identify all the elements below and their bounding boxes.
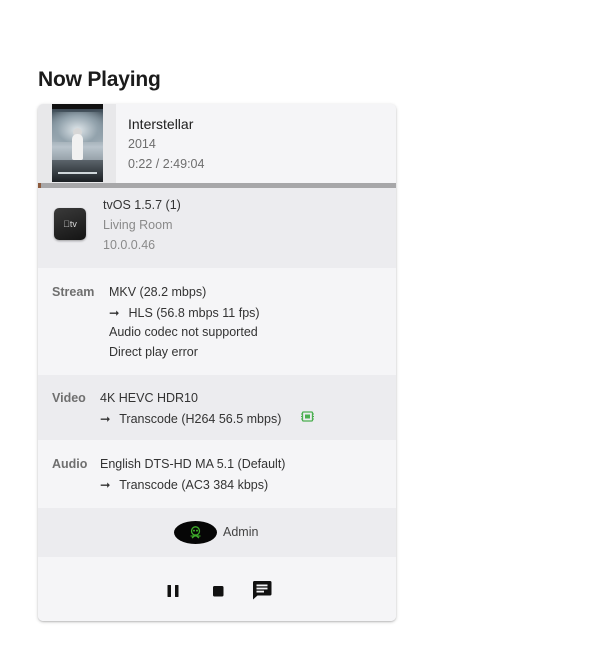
- stream-info: Stream MKV (28.2 mbps) ➞ HLS (56.8 mbps …: [38, 268, 396, 375]
- audio-target-line: ➞ Transcode (AC3 384 kbps): [100, 477, 268, 492]
- arrow-right-icon: ➞: [100, 412, 111, 426]
- user-name[interactable]: Admin: [223, 525, 258, 539]
- media-info[interactable]: Interstellar 2014 0:22 / 2:49:04: [38, 104, 396, 183]
- transcode-reason-1: Audio codec not supported: [109, 325, 258, 339]
- player-name: tvOS 1.5.7 (1): [103, 198, 181, 212]
- media-title[interactable]: Interstellar: [128, 116, 193, 132]
- player-location: Living Room: [103, 218, 173, 232]
- message-icon[interactable]: [250, 578, 274, 602]
- apple-tv-icon: tv: [54, 208, 86, 240]
- media-year: 2014: [128, 137, 156, 151]
- audio-label: Audio: [52, 457, 88, 471]
- arrow-right-icon: ➞: [109, 306, 120, 320]
- stream-target-line: ➞ HLS (56.8 mbps 11 fps): [109, 305, 260, 320]
- video-info: Video 4K HEVC HDR10 ➞ Transcode (H264 56…: [38, 375, 396, 440]
- video-source: 4K HEVC HDR10: [100, 391, 198, 405]
- section-title: Now Playing: [38, 68, 161, 91]
- player-ip: 10.0.0.46: [103, 238, 156, 252]
- transcode-reason-2: Direct play error: [109, 345, 198, 359]
- now-playing-card[interactable]: Interstellar 2014 0:22 / 2:49:04 tv tvO…: [38, 104, 396, 621]
- playback-time: 0:22 / 2:49:04: [128, 157, 205, 171]
- audio-target: Transcode (AC3 384 kbps): [119, 478, 269, 492]
- playback-controls: [38, 557, 396, 621]
- alien-avatar-icon[interactable]: [174, 521, 217, 544]
- stream-target: HLS (56.8 mbps 11 fps): [128, 306, 260, 320]
- arrow-right-icon: ➞: [100, 478, 111, 492]
- stop-icon[interactable]: [206, 579, 230, 603]
- video-label: Video: [52, 391, 86, 405]
- video-target: Transcode (H264 56.5 mbps): [119, 412, 282, 426]
- hardware-acceleration-icon: [301, 411, 314, 422]
- pause-icon[interactable]: [161, 579, 185, 603]
- video-target-line: ➞ Transcode (H264 56.5 mbps): [100, 411, 281, 426]
- player-info: tv tvOS 1.5.7 (1) Living Room 10.0.0.46: [38, 188, 396, 268]
- audio-info: Audio English DTS-HD MA 5.1 (Default) ➞ …: [38, 440, 396, 508]
- audio-source: English DTS-HD MA 5.1 (Default): [100, 457, 286, 471]
- stream-source: MKV (28.2 mbps): [109, 285, 207, 299]
- movie-poster[interactable]: [52, 104, 103, 182]
- stream-label: Stream: [52, 285, 95, 299]
- user-info[interactable]: Admin: [38, 508, 396, 557]
